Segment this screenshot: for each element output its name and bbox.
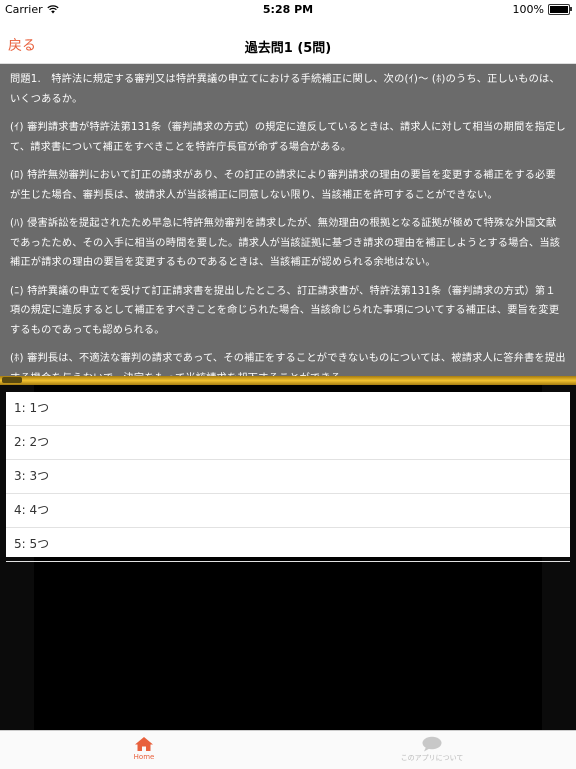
battery-info: 100%	[512, 3, 572, 16]
question-text: 問題1. 特許法に規定する審判又は特許異議の申立てにおける手続補正に関し、次の(…	[0, 64, 576, 376]
statement-ro: (ﾛ) 特許無効審判において訂正の請求があり、その訂正の請求により審判請求の理由…	[10, 170, 556, 201]
statement-ho: (ﾎ) 審判長は、不適法な審判の請求であって、その補正をすることができないものに…	[10, 353, 566, 376]
battery-icon	[548, 4, 572, 15]
navigation-bar: 戻る 過去問1 (5問)	[0, 20, 576, 64]
choice-4[interactable]: 4: 4つ	[6, 494, 570, 528]
choice-1[interactable]: 1: 1つ	[6, 392, 570, 426]
battery-level-fill	[550, 6, 568, 13]
tab-home[interactable]: Home	[84, 736, 204, 761]
status-bar: Carrier 5:28 PM 100%	[0, 0, 576, 20]
tab-about-label: このアプリについて	[400, 754, 464, 762]
status-time: 5:28 PM	[262, 3, 314, 16]
choice-2[interactable]: 2: 2つ	[6, 426, 570, 460]
statement-ha: (ﾊ) 侵害訴訟を提起されたため早急に特許無効審判を請求したが、無効理由の根拠と…	[10, 218, 561, 268]
slider-handle[interactable]	[2, 377, 22, 383]
home-icon	[135, 737, 153, 751]
tab-home-label: Home	[133, 753, 155, 761]
page-title: 過去問1 (5問)	[244, 41, 332, 56]
question-panel[interactable]: 問題1. 特許法に規定する審判又は特許異議の申立てにおける手続補正に関し、次の(…	[0, 64, 576, 376]
choice-list: 1: 1つ 2: 2つ 3: 3つ 4: 4つ 5: 5つ	[6, 392, 570, 562]
chat-bubble-icon	[422, 736, 442, 752]
statement-i: (ｲ) 審判請求書が特許法第131条（審判請求の方式）の規定に違反しているときは…	[10, 122, 566, 153]
choice-5[interactable]: 5: 5つ	[6, 528, 570, 562]
question-stem: 問題1. 特許法に規定する審判又は特許異議の申立てにおける手続補正に関し、次の(…	[10, 74, 560, 105]
tab-bar: Home このアプリについて	[0, 730, 576, 769]
divider-slider[interactable]	[0, 376, 576, 385]
choice-3[interactable]: 3: 3つ	[6, 460, 570, 494]
statement-ni: (ﾆ) 特許異議の申立てを受けて訂正請求書を提出したところ、訂正請求書が、特許法…	[10, 285, 560, 336]
tab-about[interactable]: このアプリについて	[372, 736, 492, 763]
battery-percent: 100%	[512, 3, 544, 16]
